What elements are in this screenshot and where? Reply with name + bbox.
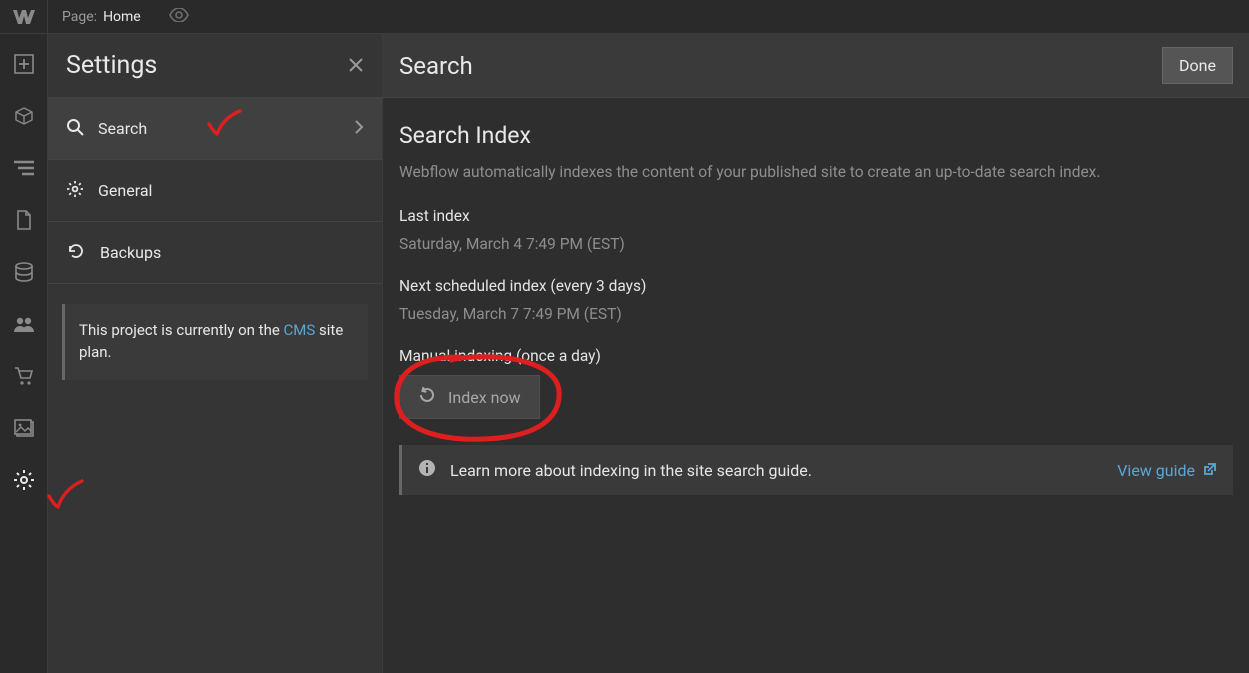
nav-label: Search <box>98 119 147 138</box>
page-label: Page: <box>62 9 97 25</box>
webflow-logo[interactable] <box>0 0 48 34</box>
plan-link[interactable]: CMS <box>284 321 316 339</box>
index-now-label: Index now <box>448 388 521 407</box>
view-guide-link[interactable]: View guide <box>1117 461 1217 480</box>
external-link-icon <box>1203 461 1217 480</box>
symbols-icon[interactable] <box>12 104 36 128</box>
done-button[interactable]: Done <box>1162 47 1233 84</box>
section-title: Search Index <box>399 122 1233 149</box>
navigator-icon[interactable] <box>12 156 36 180</box>
search-icon <box>66 118 84 140</box>
gear-icon <box>66 180 84 202</box>
pages-icon[interactable] <box>12 208 36 232</box>
main-title: Search <box>399 52 473 80</box>
users-icon[interactable] <box>12 312 36 336</box>
next-index-value: Tuesday, March 7 7:49 PM (EST) <box>399 305 1233 323</box>
settings-nav-backups[interactable]: Backups <box>48 222 382 284</box>
refresh-icon <box>418 386 436 408</box>
ecommerce-icon[interactable] <box>12 364 36 388</box>
settings-icon[interactable] <box>12 468 36 492</box>
manual-index-label: Manual indexing (once a day) <box>399 347 1233 365</box>
last-index-label: Last index <box>399 207 1233 225</box>
last-index-value: Saturday, March 4 7:49 PM (EST) <box>399 235 1233 253</box>
page-selector[interactable]: Page: Home <box>48 9 155 25</box>
backup-icon <box>66 242 86 264</box>
chevron-right-icon <box>355 119 364 138</box>
nav-label: General <box>98 181 152 200</box>
guide-text: Learn more about indexing in the site se… <box>450 461 812 480</box>
add-icon[interactable] <box>12 52 36 76</box>
settings-nav-general[interactable]: General <box>48 160 382 222</box>
nav-label: Backups <box>100 243 161 262</box>
settings-nav-search[interactable]: Search <box>48 98 382 160</box>
section-description: Webflow automatically indexes the conten… <box>399 163 1233 181</box>
next-index-label: Next scheduled index (every 3 days) <box>399 277 1233 295</box>
info-icon <box>418 459 436 481</box>
preview-icon[interactable] <box>155 7 203 26</box>
cms-icon[interactable] <box>12 260 36 284</box>
settings-title: Settings <box>66 51 157 80</box>
close-icon[interactable] <box>348 54 364 78</box>
page-name: Home <box>103 9 141 25</box>
assets-icon[interactable] <box>12 416 36 440</box>
index-now-button[interactable]: Index now <box>399 375 540 419</box>
plan-info-box: This project is currently on the CMS sit… <box>62 304 368 380</box>
